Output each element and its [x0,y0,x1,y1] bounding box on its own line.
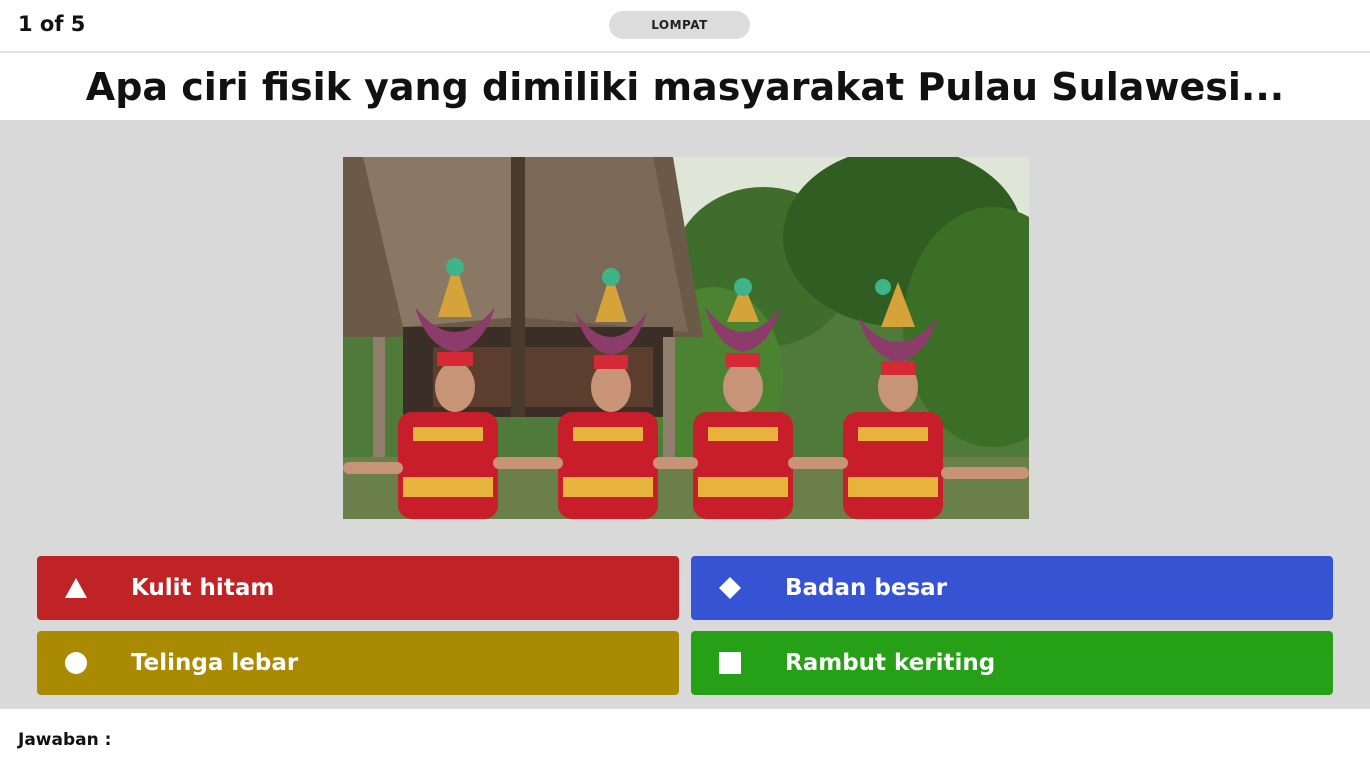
triangle-icon [65,578,87,598]
answer-result-label: Jawaban : [18,730,112,750]
circle-icon [65,652,87,674]
square-icon [719,652,741,674]
skip-button[interactable]: LOMPAT [609,11,750,39]
question-title: Apa ciri fisik yang dimiliki masyarakat … [0,53,1370,120]
answer-option-1-label: Kulit hitam [131,575,275,601]
answer-option-1[interactable]: Kulit hitam [37,556,679,620]
answer-option-3-label: Telinga lebar [131,650,299,676]
answer-option-3[interactable]: Telinga lebar [37,631,679,695]
footer: Jawaban : [0,709,1370,770]
question-image [343,157,1029,519]
answer-option-4[interactable]: Rambut keriting [691,631,1333,695]
question-stage: Kulit hitam Badan besar Telinga lebar Ra… [0,120,1370,709]
diamond-icon [719,577,741,599]
dancers-photo-illustration [343,157,1029,519]
question-counter: 1 of 5 [18,12,86,36]
answer-option-2-label: Badan besar [785,575,948,601]
answer-option-2[interactable]: Badan besar [691,556,1333,620]
answer-option-4-label: Rambut keriting [785,650,996,676]
top-bar: 1 of 5 LOMPAT [0,0,1370,53]
